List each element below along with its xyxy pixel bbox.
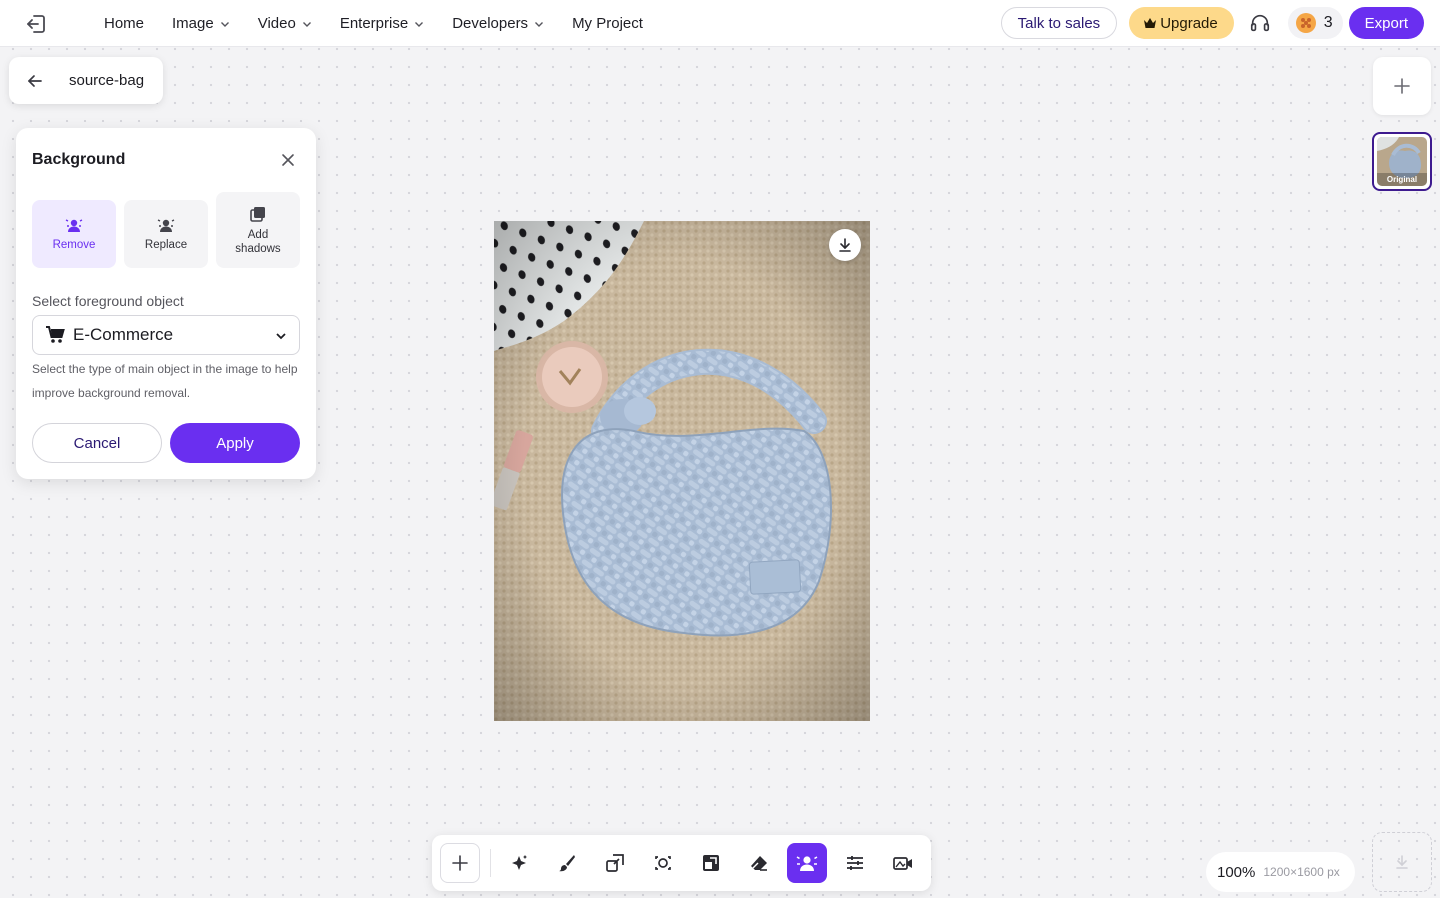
file-name-chip: source-bag: [9, 57, 163, 104]
export-button[interactable]: Export: [1348, 7, 1424, 39]
thumbnail-image: Original: [1377, 137, 1427, 186]
nav-developers[interactable]: Developers: [452, 15, 544, 32]
chevron-down-icon: [535, 21, 544, 27]
nav-video[interactable]: Video: [258, 15, 312, 32]
foreground-select-label: Select foreground object: [32, 293, 184, 309]
credits-count: 3: [1323, 14, 1333, 31]
coin-icon: [1295, 13, 1316, 33]
close-icon[interactable]: [280, 152, 296, 168]
toolbar-divider: [490, 849, 491, 877]
retouch-icon: [655, 856, 671, 870]
image-dimensions: 1200×1600 px: [1263, 865, 1340, 879]
background-panel: Background Remove Replace Add shadows Se…: [16, 128, 316, 479]
canvas-image[interactable]: [494, 221, 870, 721]
cart-icon: [46, 326, 65, 343]
mode-replace[interactable]: Replace: [124, 200, 208, 268]
chevron-down-icon: [220, 21, 229, 27]
expand-icon: [703, 855, 719, 871]
magic-icon: [512, 855, 527, 870]
nav-my-project-label: My Project: [572, 15, 643, 32]
tool-magic[interactable]: [499, 843, 539, 883]
mode-remove-label: Remove: [52, 238, 96, 251]
zoom-percent: 100%: [1217, 863, 1256, 881]
tool-eraser[interactable]: [739, 843, 779, 883]
nav-home-label: Home: [104, 15, 145, 32]
brush-icon: [559, 855, 575, 872]
add-icon: [452, 855, 468, 871]
main-nav: Home Image Video Enterprise Developers M…: [104, 0, 671, 47]
back-arrow-icon[interactable]: [25, 71, 45, 91]
foreground-object-value: E-Commerce: [73, 325, 174, 344]
apply-button[interactable]: Apply: [170, 423, 300, 463]
nav-enterprise[interactable]: Enterprise: [340, 15, 424, 32]
crown-icon: [1144, 18, 1157, 28]
background-icon: [796, 856, 818, 871]
chevron-down-icon: [415, 21, 424, 27]
download-icon: [839, 238, 851, 252]
plus-icon: [1394, 78, 1410, 94]
helper-text: Select the type of main object in the im…: [32, 362, 298, 400]
tool-video[interactable]: [883, 843, 923, 883]
mode-add-shadows-label: Add shadows: [235, 228, 281, 255]
headset-icon[interactable]: [1248, 11, 1272, 35]
zoom-indicator[interactable]: 100% 1200×1600 px: [1206, 852, 1355, 892]
tool-add[interactable]: [440, 843, 480, 883]
talk-to-sales-button[interactable]: Talk to sales: [1000, 7, 1118, 39]
foreground-object-select[interactable]: E-Commerce: [32, 315, 300, 355]
nav-image-label: Image: [172, 15, 214, 32]
nav-video-label: Video: [257, 15, 296, 32]
upgrade-label: Upgrade: [1160, 14, 1218, 32]
tool-brush[interactable]: [547, 843, 587, 883]
cancel-button[interactable]: Cancel: [32, 423, 162, 463]
add-layer-button[interactable]: [1373, 57, 1431, 115]
nav-enterprise-label: Enterprise: [339, 15, 409, 32]
tool-background[interactable]: [787, 843, 827, 883]
exit-icon[interactable]: [22, 10, 50, 38]
mode-remove[interactable]: Remove: [32, 200, 116, 268]
original-thumbnail[interactable]: Original: [1372, 132, 1432, 191]
adjust-icon: [847, 856, 863, 870]
resize-icon: [606, 854, 624, 872]
file-name[interactable]: source-bag: [69, 72, 144, 89]
replace-bg-icon: [157, 218, 175, 232]
background-modes: Remove Replace Add shadows: [32, 192, 300, 268]
top-bar: Home Image Video Enterprise Developers M…: [0, 0, 1440, 47]
mode-replace-label: Replace: [144, 238, 188, 251]
bottom-download-button[interactable]: [1372, 832, 1432, 892]
upgrade-button[interactable]: Upgrade: [1129, 7, 1234, 39]
tool-expand[interactable]: [691, 843, 731, 883]
thumbnail-label: Original: [1386, 175, 1418, 184]
nav-image[interactable]: Image: [172, 15, 230, 32]
remove-bg-icon: [65, 218, 83, 232]
editing-toolbar: [432, 835, 931, 891]
chevron-down-icon: [276, 333, 286, 340]
download-icon: [1396, 855, 1408, 869]
shadow-icon: [250, 206, 265, 222]
tool-adjust[interactable]: [835, 843, 875, 883]
image-download-button[interactable]: [829, 229, 861, 261]
tool-resize[interactable]: [595, 843, 635, 883]
eraser-icon: [751, 856, 767, 871]
panel-title: Background: [32, 151, 126, 168]
credits-counter[interactable]: 3: [1287, 7, 1343, 39]
chevron-down-icon: [302, 21, 311, 27]
mode-add-shadows[interactable]: Add shadows: [216, 192, 300, 268]
tool-retouch[interactable]: [643, 843, 683, 883]
video-icon: [893, 857, 912, 870]
nav-developers-label: Developers: [452, 15, 529, 32]
top-actions: Talk to sales Upgrade 3 Export: [1000, 7, 1424, 39]
bag-photo: [494, 221, 870, 721]
nav-my-project[interactable]: My Project: [572, 15, 643, 32]
nav-home[interactable]: Home: [104, 15, 144, 32]
